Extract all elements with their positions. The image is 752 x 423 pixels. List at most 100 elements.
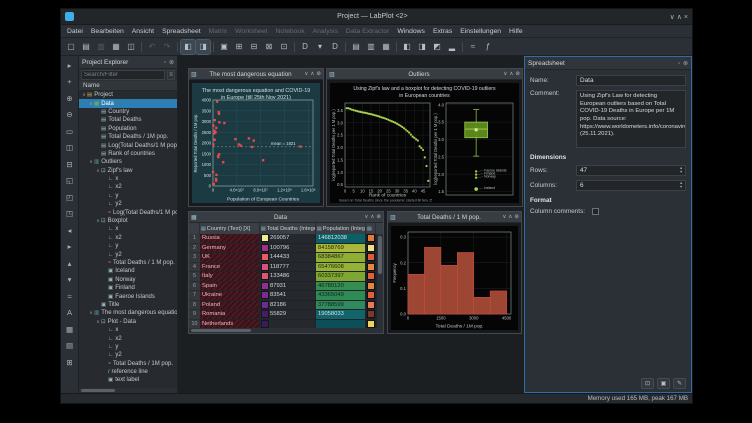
shift-up-icon[interactable]: ▴	[63, 257, 76, 269]
auto-scale-x-icon[interactable]: ◰	[63, 191, 76, 203]
per-million-cell[interactable]	[366, 282, 376, 292]
tree-item-x[interactable]: ∟x	[79, 175, 177, 183]
tree-item-y2[interactable]: ∟y2	[79, 351, 177, 359]
total-deaths-cell[interactable]: 133486	[260, 272, 316, 282]
total-deaths-cell[interactable]: 118777	[260, 263, 316, 273]
tree-item-title[interactable]: ▣Title	[79, 301, 177, 309]
view-matrix-icon[interactable]: ▥	[364, 40, 378, 54]
column-header-0[interactable]	[189, 223, 200, 234]
subwindow-titlebar[interactable]: ▥ The most dangerous equation ∨∧⊗	[189, 69, 323, 80]
database-icon[interactable]: D	[328, 40, 342, 54]
column-values-icon[interactable]: ◧	[400, 40, 414, 54]
add-image-icon[interactable]: ▦	[63, 323, 76, 335]
restore-icon[interactable]: ∧	[508, 214, 512, 220]
restore-icon[interactable]: ∧	[509, 71, 513, 77]
column-function-icon[interactable]: ◨	[415, 40, 429, 54]
tree-item-outliers[interactable]: ∨▥Outliers	[79, 158, 177, 166]
new-notebook-icon[interactable]: ⊠	[262, 40, 276, 54]
open-project-icon[interactable]: ▤	[79, 40, 93, 54]
population-cell[interactable]: 37788599	[316, 301, 366, 311]
column-header-3[interactable]: ▤Population (Integer) [Y]	[316, 223, 366, 234]
total-deaths-cell[interactable]: 55829	[260, 310, 316, 320]
auto-scale-y-icon[interactable]: ◳	[63, 208, 76, 220]
edit-template-icon[interactable]: ✎	[673, 378, 686, 389]
menu-einstellungen[interactable]: Einstellungen	[456, 28, 505, 35]
zoom-x-icon[interactable]: ◫	[63, 142, 76, 154]
close-icon[interactable]: ⊗	[169, 60, 174, 66]
per-million-cell[interactable]	[366, 244, 376, 254]
add-curve-icon[interactable]: ≈	[466, 40, 480, 54]
zoom-in-icon[interactable]: ⊕	[63, 92, 76, 104]
restore-icon[interactable]: ∧	[370, 214, 374, 220]
country-cell[interactable]: Ukraine	[200, 291, 260, 301]
print-icon[interactable]: ▦	[109, 40, 123, 54]
menu-extras[interactable]: Extras	[429, 28, 456, 35]
population-cell[interactable]: 46780120	[316, 282, 366, 292]
float-icon[interactable]: ▫	[678, 61, 680, 67]
per-million-cell[interactable]	[366, 320, 376, 329]
column-header-1[interactable]: ▤Country (Text) [X]	[200, 223, 260, 234]
country-cell[interactable]: Germany	[200, 244, 260, 254]
tree-item-rank-of-countries[interactable]: ▤Rank of countries	[79, 150, 177, 158]
float-icon[interactable]: ▫	[164, 60, 166, 66]
country-cell[interactable]: Netherlands	[200, 320, 260, 329]
subwindow-titlebar[interactable]: ▥ Total Deaths / 1 M pop. ∨∧⊗	[388, 212, 521, 223]
country-cell[interactable]: Italy	[200, 272, 260, 282]
total-deaths-cell[interactable]: 269057	[260, 234, 316, 244]
add-legend-icon[interactable]: ▤	[63, 340, 76, 352]
tree-item-y2[interactable]: ∟y2	[79, 200, 177, 208]
per-million-cell[interactable]	[366, 301, 376, 311]
tree-item-zipf-s-law[interactable]: ∨⊡Zipf's law	[79, 167, 177, 175]
population-cell[interactable]: 43365049	[316, 291, 366, 301]
population-cell[interactable]: 60337397	[316, 272, 366, 282]
name-field[interactable]: Data	[576, 75, 686, 86]
tree-item-x2[interactable]: ∟x2	[79, 334, 177, 342]
filter-options-icon[interactable]: ≡	[167, 70, 175, 80]
title-bar[interactable]: Project — LabPlot <2> ∨∧×	[61, 9, 692, 25]
view-worksheet-icon[interactable]: ▦	[379, 40, 393, 54]
select-tool-icon[interactable]: ▸	[63, 59, 76, 71]
tree-item-log-total-deaths-1-m-pop[interactable]: ≈Log(Total Deaths/1 M pop.)	[79, 208, 177, 216]
population-cell[interactable]: 65476608	[316, 263, 366, 273]
per-million-cell[interactable]	[366, 234, 376, 244]
population-cell[interactable]: 84158769	[316, 244, 366, 254]
tree-item-total-deaths-1-m-pop[interactable]: ≈Total Deaths / 1 M pop.	[79, 259, 177, 267]
shift-left-icon[interactable]: ◂	[63, 224, 76, 236]
tree-item-plot-data[interactable]: ∨⊡Plot - Data	[79, 318, 177, 326]
population-cell[interactable]: 68384867	[316, 253, 366, 263]
zoom-y-icon[interactable]: ⊟	[63, 158, 76, 170]
new-matrix-icon[interactable]: ⊟	[247, 40, 261, 54]
tree-item-total-deaths-1m-pop[interactable]: ▤Total Deaths / 1M pop.	[79, 133, 177, 141]
tree-item-boxplot[interactable]: ∨⊡Boxplot	[79, 217, 177, 225]
dock-header[interactable]: Spreadsheet ▫⊗	[525, 57, 691, 70]
menu-windows[interactable]: Windows	[393, 28, 429, 35]
add-text-label-icon[interactable]: A	[63, 307, 76, 319]
country-cell[interactable]: Spain	[200, 282, 260, 292]
fullscreen-toggle-icon[interactable]: ◧	[181, 40, 195, 54]
menu-spreadsheet[interactable]: Spreadsheet	[158, 28, 205, 35]
population-cell[interactable]	[316, 320, 366, 329]
scrollbar-thumb[interactable]	[191, 329, 251, 332]
menu-hilfe[interactable]: Hilfe	[505, 28, 527, 35]
column-sort-icon[interactable]: ◩	[430, 40, 444, 54]
worksheet-window-equation[interactable]: ▥ The most dangerous equation ∨∧⊗ The mo…	[188, 68, 324, 207]
tree-item-iceland[interactable]: ▣Iceland	[79, 267, 177, 275]
tree-item-data[interactable]: ∨▦Data	[79, 99, 177, 107]
new-project-icon[interactable]: ▢	[64, 40, 78, 54]
per-million-cell[interactable]	[366, 272, 376, 282]
auto-scale-icon[interactable]: ◱	[63, 175, 76, 187]
zoom-out-icon[interactable]: ⊖	[63, 109, 76, 121]
tree-item-country[interactable]: ▤Country	[79, 108, 177, 116]
presenter-toggle-icon[interactable]: ◨	[196, 40, 210, 54]
tree-item-text-label[interactable]: ▣text label	[79, 376, 177, 384]
maximize-icon[interactable]: ∧	[677, 14, 682, 21]
country-cell[interactable]: France	[200, 263, 260, 273]
shade-icon[interactable]: ∨	[304, 71, 308, 77]
tree-item-finland[interactable]: ▣Finland	[79, 284, 177, 292]
tree-item-y[interactable]: ∟y	[79, 192, 177, 200]
view-spreadsheet-icon[interactable]: ▤	[349, 40, 363, 54]
explorer-horizontal-scrollbar[interactable]	[79, 388, 177, 393]
subwindow-titlebar[interactable]: ▦ Data ∨∧⊗	[189, 212, 383, 223]
per-million-cell[interactable]	[366, 263, 376, 273]
country-cell[interactable]: Poland	[200, 301, 260, 311]
